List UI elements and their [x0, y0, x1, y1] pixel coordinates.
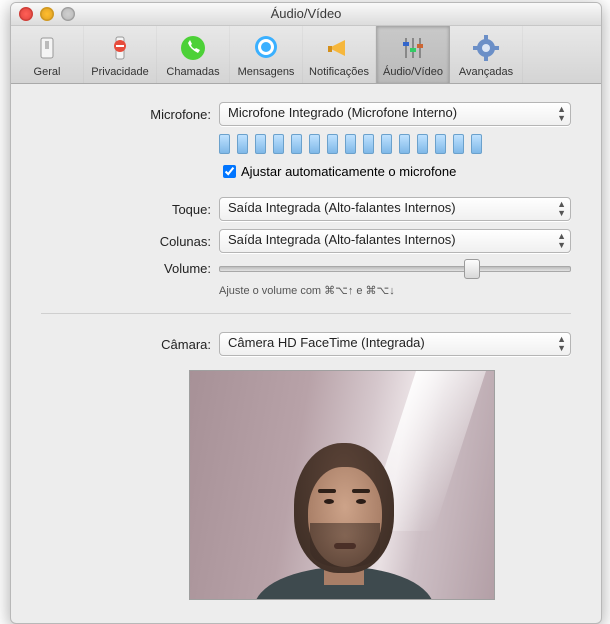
- window-controls: [19, 7, 75, 21]
- tab-messages[interactable]: Mensagens: [230, 26, 303, 83]
- equalizer-icon: [397, 32, 429, 64]
- tab-label: Privacidade: [91, 66, 148, 78]
- auto-adjust-mic-checkbox[interactable]: [223, 165, 236, 178]
- privacy-icon: [104, 32, 136, 64]
- section-divider: [41, 313, 571, 314]
- speakers-select[interactable]: Saída Integrada (Alto-falantes Internos)…: [219, 229, 571, 253]
- camera-select[interactable]: Câmera HD FaceTime (Integrada) ▲▼: [219, 332, 571, 356]
- tab-label: Chamadas: [166, 66, 219, 78]
- tab-label: Avançadas: [459, 66, 513, 78]
- microphone-label: Microfone:: [41, 107, 219, 122]
- tab-privacy[interactable]: Privacidade: [84, 26, 157, 83]
- volume-hint: Ajuste o volume com ⌘⌥↑ e ⌘⌥↓: [219, 284, 571, 297]
- minimize-window-button[interactable]: [40, 7, 54, 21]
- content-area: Microfone: Microfone Integrado (Microfon…: [11, 84, 601, 610]
- tab-label: Áudio/Vídeo: [383, 66, 443, 78]
- tab-label: Geral: [34, 66, 61, 78]
- chevron-updown-icon: ▲▼: [557, 335, 566, 353]
- auto-adjust-mic-label: Ajustar automaticamente o microfone: [241, 164, 456, 179]
- camera-preview: [189, 370, 495, 600]
- tab-label: Notificações: [309, 66, 369, 78]
- chat-icon: [250, 32, 282, 64]
- ring-value: Saída Integrada (Alto-falantes Internos): [228, 200, 456, 215]
- ring-select[interactable]: Saída Integrada (Alto-falantes Internos)…: [219, 197, 571, 221]
- megaphone-icon: [323, 32, 355, 64]
- microphone-level-meter: [219, 134, 571, 154]
- volume-slider-thumb[interactable]: [464, 259, 480, 279]
- tab-notifications[interactable]: Notificações: [303, 26, 376, 83]
- tab-advanced[interactable]: Avançadas: [450, 26, 523, 83]
- volume-label: Volume:: [41, 261, 219, 276]
- gear-icon: [470, 32, 502, 64]
- chevron-updown-icon: ▲▼: [557, 105, 566, 123]
- close-window-button[interactable]: [19, 7, 33, 21]
- titlebar: Áudio/Vídeo: [11, 3, 601, 26]
- microphone-select[interactable]: Microfone Integrado (Microfone Interno) …: [219, 102, 571, 126]
- camera-value: Câmera HD FaceTime (Integrada): [228, 335, 425, 350]
- window-title: Áudio/Vídeo: [11, 3, 601, 25]
- chevron-updown-icon: ▲▼: [557, 200, 566, 218]
- phone-icon: [177, 32, 209, 64]
- preferences-toolbar: Geral Privacidade Chamadas Mensagens Not…: [11, 26, 601, 84]
- chevron-updown-icon: ▲▼: [557, 232, 566, 250]
- ring-label: Toque:: [41, 202, 219, 217]
- tab-calls[interactable]: Chamadas: [157, 26, 230, 83]
- tab-label: Mensagens: [238, 66, 295, 78]
- tab-general[interactable]: Geral: [11, 26, 84, 83]
- speakers-label: Colunas:: [41, 234, 219, 249]
- camera-label: Câmara:: [41, 337, 219, 352]
- zoom-window-button[interactable]: [61, 7, 75, 21]
- preferences-window: Áudio/Vídeo Geral Privacidade Chamadas M…: [10, 2, 602, 624]
- volume-slider[interactable]: [219, 266, 571, 272]
- speakers-value: Saída Integrada (Alto-falantes Internos): [228, 232, 456, 247]
- tab-audio-video[interactable]: Áudio/Vídeo: [376, 26, 450, 83]
- microphone-value: Microfone Integrado (Microfone Interno): [228, 105, 457, 120]
- switch-icon: [31, 32, 63, 64]
